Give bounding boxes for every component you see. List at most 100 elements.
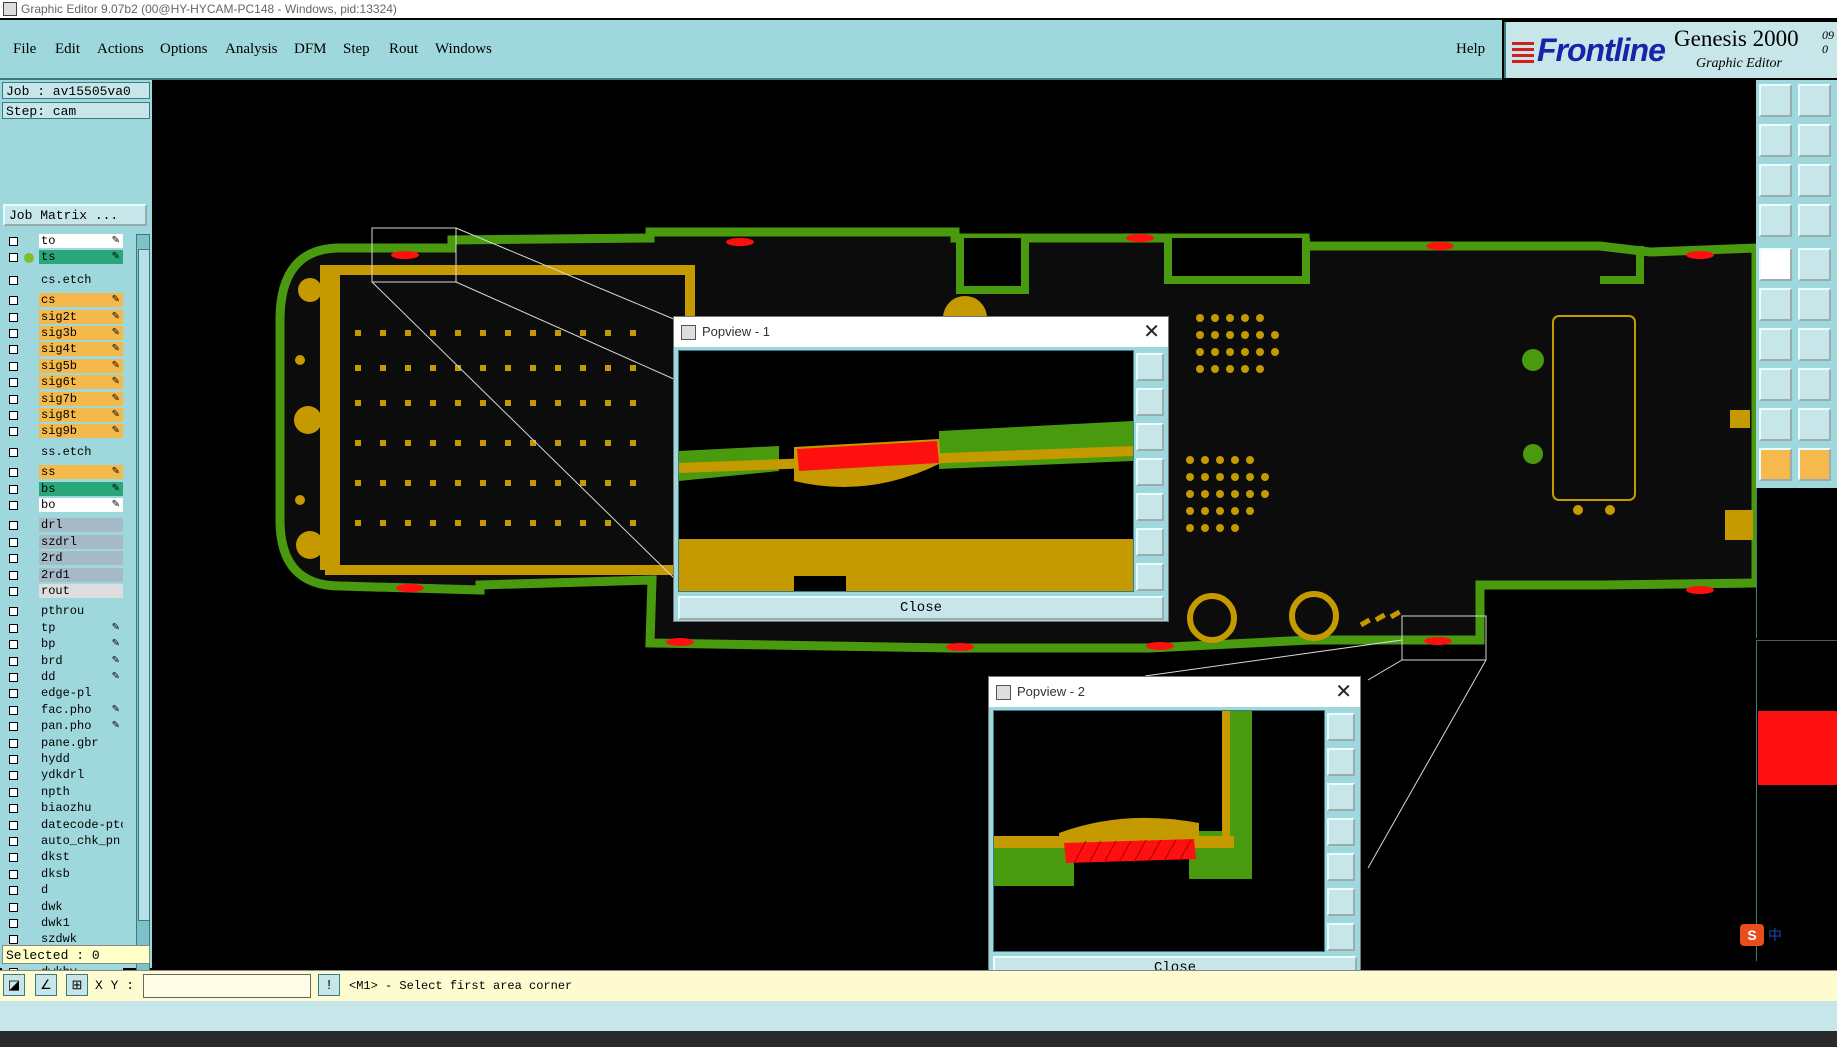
layer-checkbox-icon[interactable] xyxy=(9,607,18,617)
layer-name[interactable]: pan.pho xyxy=(39,719,123,734)
layer-row[interactable]: dkst xyxy=(2,850,123,865)
layer-row[interactable]: cs.etch xyxy=(2,272,123,288)
layer-checkbox-icon[interactable] xyxy=(9,296,18,306)
layer-checkbox-icon[interactable] xyxy=(9,837,18,846)
layer-name[interactable]: sig6t xyxy=(39,375,123,390)
layer-row[interactable]: 2rd1 xyxy=(2,567,123,583)
zoom-fit-icon[interactable] xyxy=(1327,713,1355,741)
zoom-out-icon[interactable] xyxy=(1136,423,1164,451)
layer-row[interactable]: sig2t ✎ xyxy=(2,309,123,325)
pan-right-icon[interactable] xyxy=(1798,124,1831,157)
layer-checkbox-icon[interactable] xyxy=(9,253,18,263)
layer-name[interactable]: edge-pl xyxy=(39,686,123,701)
layer-name[interactable]: biaozhu xyxy=(39,801,123,816)
layer-checkbox-icon[interactable] xyxy=(9,468,18,478)
layer-checkbox-icon[interactable] xyxy=(9,537,18,547)
measure-mode-icon[interactable]: ∠ xyxy=(35,974,57,996)
layer-name[interactable]: ss.etch xyxy=(39,444,123,459)
layer-name[interactable]: 2rd xyxy=(39,551,123,566)
zoom-in-icon[interactable] xyxy=(1136,388,1164,416)
layer-checkbox-icon[interactable] xyxy=(9,935,18,945)
zoom-in-icon[interactable] xyxy=(1759,84,1792,117)
layer-name[interactable]: drl xyxy=(39,518,123,533)
layer-name[interactable]: sig8t xyxy=(39,408,123,422)
layer-checkbox-icon[interactable] xyxy=(9,411,18,420)
layer-row[interactable]: npth xyxy=(2,784,123,800)
layer-name[interactable]: pthrou xyxy=(39,604,123,619)
pan-left-icon[interactable] xyxy=(1759,124,1792,157)
layer-name[interactable]: rout xyxy=(39,584,123,598)
layer-checkbox-icon[interactable] xyxy=(9,275,18,285)
popview-2-canvas[interactable] xyxy=(993,710,1325,952)
menu-help[interactable]: Help xyxy=(1456,20,1485,78)
layer-name[interactable]: cs xyxy=(39,293,123,308)
layer-row[interactable]: sig4t ✎ xyxy=(2,342,123,357)
layer-name[interactable]: 2rd1 xyxy=(39,567,123,582)
menu-actions[interactable]: Actions xyxy=(97,20,144,78)
layer-row[interactable]: sig3b ✎ xyxy=(2,326,123,341)
layer-name[interactable]: ydkdrl xyxy=(39,768,123,783)
layer-name[interactable]: sig4t xyxy=(39,342,123,357)
target-icon[interactable] xyxy=(1759,368,1792,401)
layer-row[interactable]: hydd xyxy=(2,752,123,767)
layer-checkbox-icon[interactable] xyxy=(9,656,18,666)
zoom-in-icon[interactable] xyxy=(1327,748,1355,776)
layer-name[interactable]: sig3b xyxy=(39,326,123,340)
layer-name[interactable]: dksb xyxy=(39,866,123,881)
fit-screen-icon[interactable] xyxy=(1136,528,1164,556)
snap-icon[interactable] xyxy=(1759,204,1792,237)
grid-mode-icon[interactable]: ⊞ xyxy=(66,974,88,996)
layer-checkbox-icon[interactable] xyxy=(9,902,18,912)
pan-left-icon[interactable] xyxy=(1327,818,1355,846)
layer-checkbox-icon[interactable] xyxy=(9,673,18,682)
fit-screen-icon[interactable] xyxy=(1759,164,1792,197)
layer-name[interactable]: auto_chk_pn xyxy=(39,834,123,848)
layer-row[interactable]: ss ✎ xyxy=(2,465,123,480)
feature-select-icon[interactable] xyxy=(1759,248,1792,281)
layer-row[interactable]: d xyxy=(2,883,123,898)
net-icon[interactable] xyxy=(1759,288,1792,321)
grid-icon[interactable] xyxy=(1798,204,1831,237)
layer-checkbox-icon[interactable] xyxy=(9,755,18,764)
layer-row[interactable]: bp ✎ xyxy=(2,637,123,652)
layer-name[interactable]: sig2t xyxy=(39,309,123,324)
layer-name[interactable]: datecode-pto xyxy=(39,817,123,832)
layer-checkbox-icon[interactable] xyxy=(9,570,18,580)
layer-row[interactable]: dksb xyxy=(2,866,123,882)
layer-name[interactable]: pane.gbr xyxy=(39,735,123,750)
layer-name[interactable]: ts xyxy=(39,250,123,265)
layer-row[interactable]: sig7b ✎ xyxy=(2,391,123,407)
layer-name[interactable]: dwk1 xyxy=(39,916,123,930)
layer-row[interactable]: auto_chk_pn xyxy=(2,834,123,849)
layer-name[interactable]: bo xyxy=(39,498,123,512)
layer-name[interactable]: sig9b xyxy=(39,424,123,439)
layer-row[interactable]: edge-pl xyxy=(2,686,123,701)
zoom-out-icon[interactable] xyxy=(1798,84,1831,117)
layer-checkbox-icon[interactable] xyxy=(9,312,18,322)
layer-checkbox-icon[interactable] xyxy=(9,919,18,928)
xy-input[interactable] xyxy=(143,974,311,998)
info-icon[interactable]: ! xyxy=(318,974,340,996)
layer-name[interactable]: d xyxy=(39,883,123,898)
pan-right-icon[interactable] xyxy=(1136,493,1164,521)
layer-checkbox-icon[interactable] xyxy=(9,886,18,896)
layer-checkbox-icon[interactable] xyxy=(9,587,18,596)
cross-icon[interactable] xyxy=(1798,288,1831,321)
layer-checkbox-icon[interactable] xyxy=(9,501,18,510)
triangle-alt-icon[interactable] xyxy=(1798,408,1831,441)
layer-checkbox-icon[interactable] xyxy=(9,361,18,371)
layer-checkbox-icon[interactable] xyxy=(9,705,18,715)
layer-name[interactable]: npth xyxy=(39,784,123,799)
pan-left-icon[interactable] xyxy=(1136,458,1164,486)
layer-row[interactable]: ts ✎ xyxy=(2,250,123,265)
layer-checkbox-icon[interactable] xyxy=(9,554,18,564)
layer-checkbox-icon[interactable] xyxy=(9,689,18,699)
layer-name[interactable]: szdrl xyxy=(39,534,123,549)
menu-dfm[interactable]: DFM xyxy=(294,20,327,78)
layer-row[interactable]: sig5b ✎ xyxy=(2,358,123,374)
layer-name[interactable]: tp xyxy=(39,620,123,635)
layer-checkbox-icon[interactable] xyxy=(9,329,18,338)
menu-analysis[interactable]: Analysis xyxy=(225,20,278,78)
layer-row[interactable]: bo ✎ xyxy=(2,498,123,513)
layer-row[interactable]: pan.pho ✎ xyxy=(2,719,123,734)
